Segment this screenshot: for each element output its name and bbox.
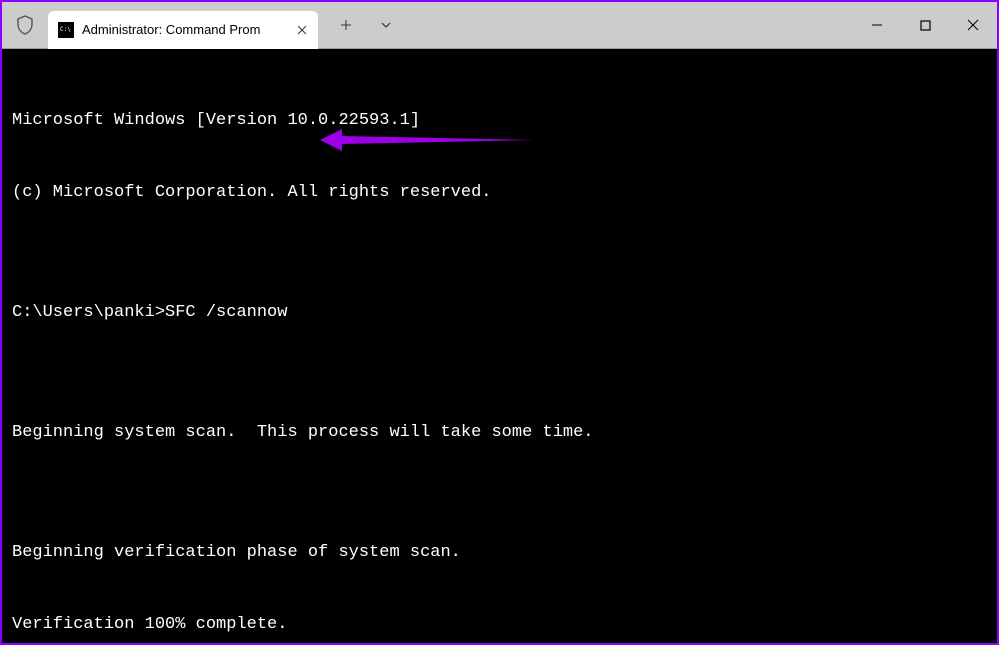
terminal-output: Verification 100% complete. <box>12 613 987 637</box>
terminal-output: Beginning system scan. This process will… <box>12 421 987 445</box>
terminal-output: (c) Microsoft Corporation. All rights re… <box>12 181 987 205</box>
terminal-command: SFC /scannow <box>165 301 287 325</box>
maximize-button[interactable] <box>901 5 949 45</box>
tab-actions <box>326 6 406 44</box>
tab-title: Administrator: Command Prom <box>82 22 286 37</box>
title-bar: C:\ Administrator: Command Prom <box>2 2 997 49</box>
tab-dropdown-button[interactable] <box>366 6 406 44</box>
tab-active[interactable]: C:\ Administrator: Command Prom <box>48 11 318 49</box>
window-controls <box>853 5 997 45</box>
terminal-prompt: C:\Users\panki> <box>12 301 165 325</box>
terminal-output: Beginning verification phase of system s… <box>12 541 987 565</box>
minimize-button[interactable] <box>853 5 901 45</box>
shield-icon <box>16 15 34 35</box>
terminal-prompt-line: C:\Users\panki>SFC /scannow <box>12 301 987 325</box>
close-button[interactable] <box>949 5 997 45</box>
terminal-output: Microsoft Windows [Version 10.0.22593.1] <box>12 109 987 133</box>
command-prompt-icon: C:\ <box>58 22 74 38</box>
terminal-content[interactable]: Microsoft Windows [Version 10.0.22593.1]… <box>2 49 997 643</box>
tab-close-button[interactable] <box>294 22 310 38</box>
new-tab-button[interactable] <box>326 6 366 44</box>
